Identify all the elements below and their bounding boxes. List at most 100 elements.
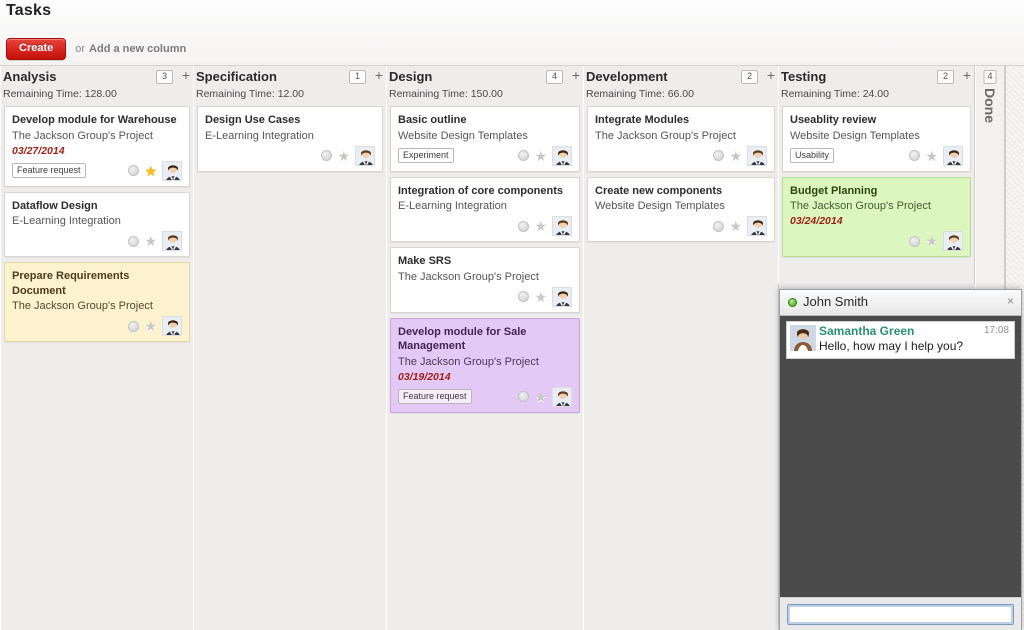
assignee-avatar[interactable] <box>162 231 182 251</box>
task-title: Integrate Modules <box>595 114 690 126</box>
task-project: The Jackson Group's Project <box>790 200 931 212</box>
task-tag[interactable]: Feature request <box>398 388 472 404</box>
status-dot-icon[interactable] <box>909 150 921 161</box>
task-card[interactable]: Basic outline Website Design Templates Exp… <box>390 106 580 172</box>
column-card-count: 4 <box>983 70 997 84</box>
assignee-avatar[interactable] <box>943 145 963 166</box>
add-card-icon[interactable]: + <box>182 68 190 82</box>
board-column: Design Remaining Time: 150.00 4 + Basic outl… <box>386 66 584 630</box>
assignee-avatar[interactable] <box>747 216 767 236</box>
task-project: E-Learning Integration <box>398 200 507 212</box>
star-icon[interactable]: ★ <box>534 290 547 304</box>
status-dot-icon[interactable] <box>128 165 140 176</box>
task-card[interactable]: Integration of core components E-Learning… <box>390 176 580 242</box>
task-card[interactable]: Prepare Requirements Document The Jackson… <box>4 262 190 342</box>
star-icon[interactable]: ★ <box>534 219 547 233</box>
add-card-icon[interactable]: + <box>375 68 383 82</box>
column-title: Design <box>389 69 433 84</box>
task-title: Basic outline <box>398 114 467 126</box>
column-card-count: 2 <box>937 70 954 84</box>
task-card[interactable]: Create new components Website Design Temp… <box>587 176 775 242</box>
task-card-footer: Feature request ★ <box>398 386 572 408</box>
star-icon[interactable]: ★ <box>729 149 742 163</box>
chat-contact-name: John Smith <box>803 294 869 309</box>
column-remaining-time: Remaining Time: 128.00 <box>3 88 117 100</box>
task-card[interactable]: Dataflow Design E-Learning Integration ★ <box>4 191 190 257</box>
task-due-date: 03/27/2014 <box>12 144 65 157</box>
create-button[interactable]: Create <box>6 38 67 60</box>
add-new-column-link[interactable]: Add a new column <box>89 43 186 55</box>
assignee-avatar[interactable] <box>162 160 182 181</box>
star-icon[interactable]: ★ <box>534 390 547 404</box>
column-header: Testing Remaining Time: 24.00 2 + <box>779 66 974 106</box>
task-project: The Jackson Group's Project <box>398 355 539 368</box>
star-icon[interactable]: ★ <box>729 219 742 233</box>
status-dot-icon[interactable] <box>909 235 921 247</box>
status-dot-icon[interactable] <box>518 150 530 161</box>
task-card[interactable]: Design Use Cases E-Learning Integration ★ <box>197 106 383 172</box>
task-tag[interactable]: Experiment <box>398 147 454 163</box>
status-dot-icon[interactable] <box>518 391 530 402</box>
star-icon[interactable]: ★ <box>144 319 157 333</box>
task-card-footer: ★ <box>790 230 963 252</box>
task-card-footer: Usability ★ <box>790 145 963 167</box>
task-tag[interactable]: Feature request <box>12 162 86 178</box>
task-project: The Jackson Group's Project <box>12 300 153 312</box>
task-card[interactable]: Useablity review Website Design Templates… <box>782 106 971 172</box>
status-dot-icon[interactable] <box>713 150 725 161</box>
star-icon[interactable]: ★ <box>144 234 157 248</box>
column-header: Specification Remaining Time: 12.00 1 + <box>194 66 386 106</box>
star-icon[interactable]: ★ <box>925 234 938 248</box>
star-icon[interactable]: ★ <box>144 164 157 178</box>
status-dot-icon[interactable] <box>713 220 725 232</box>
chat-message-time: 17:08 <box>983 325 1009 336</box>
close-icon[interactable]: × <box>1007 294 1014 308</box>
assignee-avatar[interactable] <box>552 286 572 307</box>
assignee-avatar[interactable] <box>747 145 767 166</box>
chat-input[interactable] <box>787 604 1014 625</box>
star-icon[interactable]: ★ <box>534 149 547 163</box>
add-card-icon[interactable]: + <box>572 68 580 82</box>
star-icon[interactable]: ★ <box>337 149 350 163</box>
assignee-avatar[interactable] <box>943 231 963 251</box>
board-column: Testing Remaining Time: 24.00 2 + Useablity … <box>778 66 975 284</box>
status-dot-icon[interactable] <box>128 235 140 247</box>
assignee-avatar[interactable] <box>552 145 572 166</box>
star-icon[interactable]: ★ <box>925 149 938 163</box>
chat-message-list: 17:08 Samantha Green Hello, how may I he… <box>780 316 1021 597</box>
status-dot-icon[interactable] <box>128 320 140 332</box>
task-card-footer: ★ <box>595 145 767 167</box>
task-card[interactable]: Make SRS The Jackson Group's Project ★ <box>390 247 580 313</box>
task-due-date: 03/19/2014 <box>398 370 451 383</box>
task-card[interactable]: Develop module for Warehouse The Jackson … <box>4 106 190 187</box>
assignee-avatar[interactable] <box>355 145 375 166</box>
task-card-footer: ★ <box>205 145 375 167</box>
status-dot-icon[interactable] <box>518 220 530 232</box>
or-label: or <box>75 43 86 55</box>
task-card-icons: ★ <box>518 145 572 166</box>
column-title: Specification <box>196 69 277 84</box>
column-header: Development Remaining Time: 66.00 2 + <box>584 66 778 106</box>
chat-titlebar[interactable]: John Smith × <box>780 290 1021 316</box>
column-card-list: Useablity review Website Design Templates… <box>779 106 974 257</box>
assignee-avatar[interactable] <box>162 316 182 336</box>
task-project: E-Learning Integration <box>12 215 121 227</box>
task-title: Prepare Requirements Document <box>12 270 130 297</box>
task-tag[interactable]: Usability <box>790 147 835 163</box>
assignee-avatar[interactable] <box>552 216 572 236</box>
assignee-avatar[interactable] <box>552 386 572 407</box>
task-card-footer: ★ <box>595 215 767 237</box>
task-card[interactable]: Develop module for Sale Management The Ja… <box>390 317 580 413</box>
board-column: Analysis Remaining Time: 128.00 3 + Develop … <box>0 66 194 630</box>
task-card-footer: Experiment ★ <box>398 145 572 167</box>
add-card-icon[interactable]: + <box>963 68 971 82</box>
column-header: Design Remaining Time: 150.00 4 + <box>387 66 583 106</box>
task-card[interactable]: Budget Planning The Jackson Group's Proje… <box>782 176 971 257</box>
add-card-icon[interactable]: + <box>767 68 775 82</box>
column-card-list: Develop module for Warehouse The Jackson … <box>1 106 193 342</box>
status-dot-icon[interactable] <box>321 150 333 161</box>
status-dot-icon[interactable] <box>518 291 530 302</box>
task-card[interactable]: Integrate Modules The Jackson Group's Pro… <box>587 106 775 172</box>
column-card-list: Integrate Modules The Jackson Group's Pro… <box>584 106 778 242</box>
online-status-icon <box>788 298 797 307</box>
